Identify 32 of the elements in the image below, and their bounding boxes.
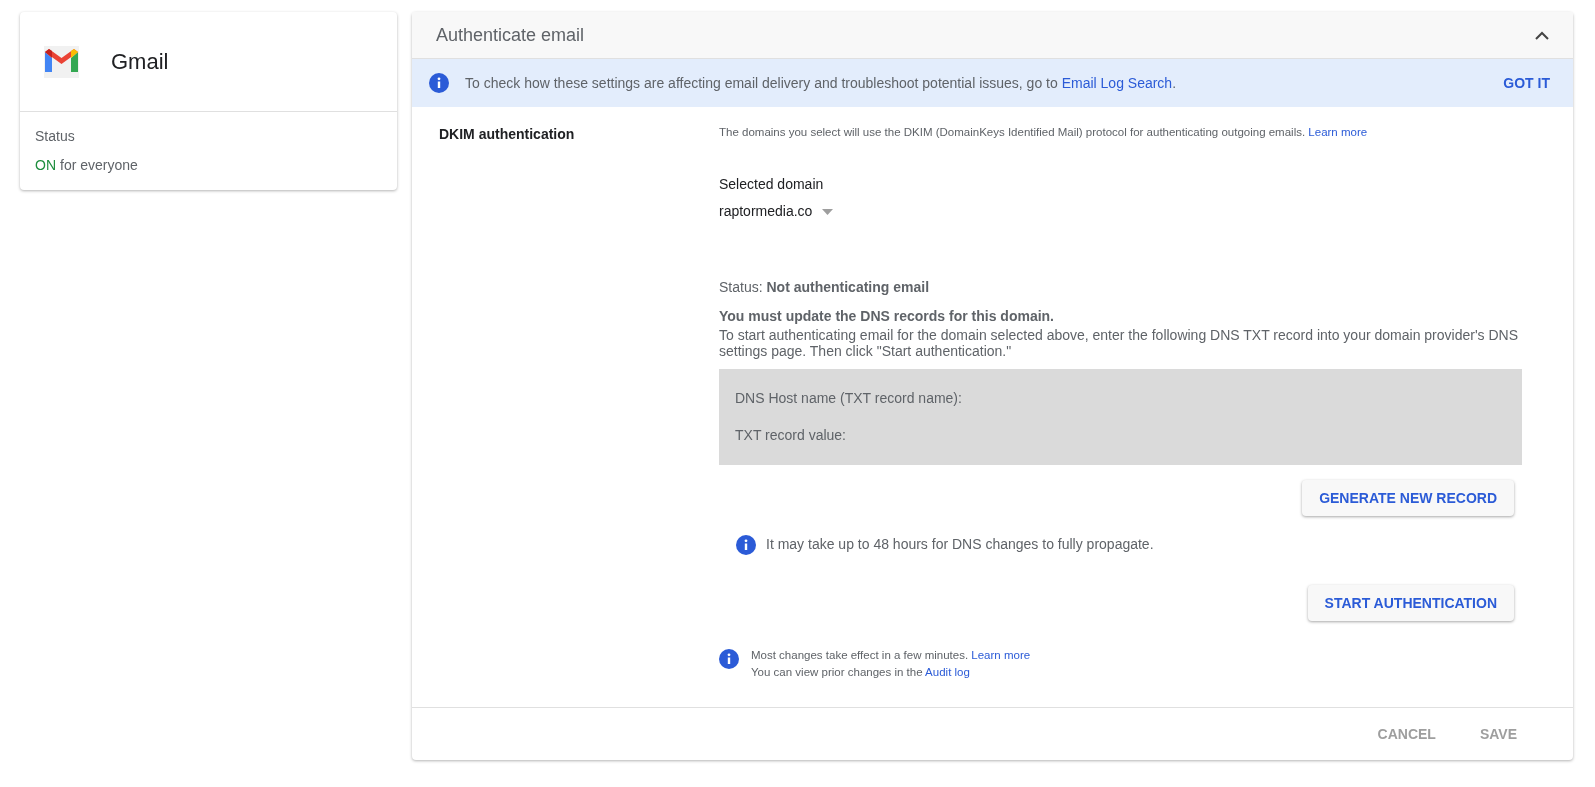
auth-status: Status: Not authenticating email (719, 278, 931, 298)
section-label: DKIM authentication (439, 126, 575, 142)
info-icon (719, 649, 739, 670)
got-it-button[interactable]: GOT IT (1503, 72, 1550, 94)
panel-header[interactable]: Authenticate email (412, 12, 1573, 59)
link[interactable]: Learn more (1308, 126, 1368, 138)
domain-label: Selected domain (719, 175, 825, 195)
generate-record-button[interactable]: GENERATE NEW RECORD (1302, 480, 1514, 517)
dropdown-arrow-icon (822, 208, 834, 215)
record-field-label: TXT record value: (735, 426, 847, 446)
record-field-label: DNS Host name (TXT record name): (735, 389, 963, 409)
status-scope: for everyone (60, 156, 138, 175)
start-authentication-button[interactable]: START AUTHENTICATION (1307, 585, 1514, 622)
info-icon (736, 534, 756, 555)
status-value: ON (35, 156, 56, 175)
description-text: The domains you select will use the DKIM (DomainKeys Identified Mail) protocol for authenticating outgoing emails. Learn more (719, 125, 1369, 140)
change-note: Most changes take effect in a few minutes. Learn more (751, 648, 1031, 664)
warning-title: You must update the DNS records for this domain. (719, 307, 1055, 327)
domain-dropdown[interactable]: raptormedia.co (719, 201, 834, 223)
app-title: Gmail (111, 48, 169, 76)
change-note: You can view prior changes in the Audit log (751, 665, 971, 681)
link[interactable]: Audit log (925, 666, 970, 679)
status-label: Status (35, 127, 76, 146)
info-icon (429, 73, 449, 93)
chevron-icon[interactable] (1535, 30, 1549, 40)
panel-title: Authenticate email (436, 23, 585, 47)
warning-text: To start authenticating email for the domain selected above, enter the following DNS TXT record into your domain provider's DNS settings page. Then click "Start authentication." (719, 327, 1519, 360)
banner-text: To check how these settings are affecting email delivery and troubleshoot potential issues, go to Email Log Search. (465, 73, 1178, 93)
gmail-logo-icon (44, 45, 79, 78)
propagate-note: It may take up to 48 hours for DNS changes to fully propagate. (766, 535, 1154, 555)
link[interactable]: Learn more (971, 649, 1031, 662)
link[interactable]: Email Log Search (1061, 74, 1173, 91)
